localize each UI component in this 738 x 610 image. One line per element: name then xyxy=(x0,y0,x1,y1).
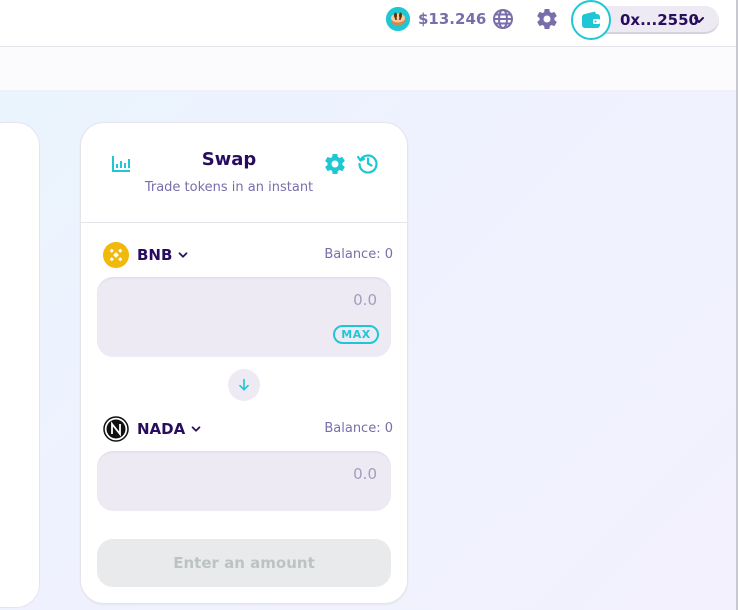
to-amount-box xyxy=(97,451,391,511)
enter-amount-button[interactable]: Enter an amount xyxy=(97,539,391,587)
to-balance: Balance: 0 xyxy=(324,421,393,436)
swap-card: Swap Trade tokens in an instant BNB Bala… xyxy=(80,122,408,604)
gear-icon[interactable] xyxy=(535,7,559,31)
swap-card-header: Swap Trade tokens in an instant xyxy=(81,123,407,223)
wallet-address: 0x...2550 xyxy=(620,11,699,29)
cake-price[interactable]: $13.246 xyxy=(386,6,486,32)
arrow-down-icon xyxy=(239,378,249,391)
from-amount-box: MAX xyxy=(97,277,391,357)
chevron-down-icon xyxy=(189,421,203,440)
from-balance: Balance: 0 xyxy=(324,247,393,262)
chevron-down-icon xyxy=(691,12,707,32)
from-token-select[interactable]: BNB xyxy=(103,242,190,268)
to-amount-input[interactable] xyxy=(177,465,377,483)
chevron-down-icon xyxy=(176,247,190,266)
to-token-row: NADA Balance: 0 xyxy=(103,416,393,442)
from-token-row: BNB Balance: 0 xyxy=(103,242,393,268)
bnb-icon xyxy=(103,242,129,268)
nada-icon xyxy=(103,416,129,442)
history-icon[interactable] xyxy=(356,151,380,179)
wallet-icon[interactable] xyxy=(571,0,611,40)
switch-tokens-button[interactable] xyxy=(228,369,260,401)
from-token-symbol: BNB xyxy=(137,246,173,264)
max-button[interactable]: MAX xyxy=(333,325,379,344)
to-token-symbol: NADA xyxy=(137,420,186,438)
sub-nav-bar xyxy=(0,47,738,91)
top-nav: $13.246 0x...2550 xyxy=(0,0,738,47)
from-amount-input[interactable] xyxy=(177,291,377,309)
pancake-icon xyxy=(386,7,410,31)
globe-icon[interactable] xyxy=(491,7,515,31)
side-panel xyxy=(0,122,40,608)
cake-price-value: $13.246 xyxy=(418,10,487,28)
settings-gear-icon[interactable] xyxy=(323,152,347,180)
to-token-select[interactable]: NADA xyxy=(103,416,203,442)
swap-subtitle: Trade tokens in an instant xyxy=(144,180,314,195)
